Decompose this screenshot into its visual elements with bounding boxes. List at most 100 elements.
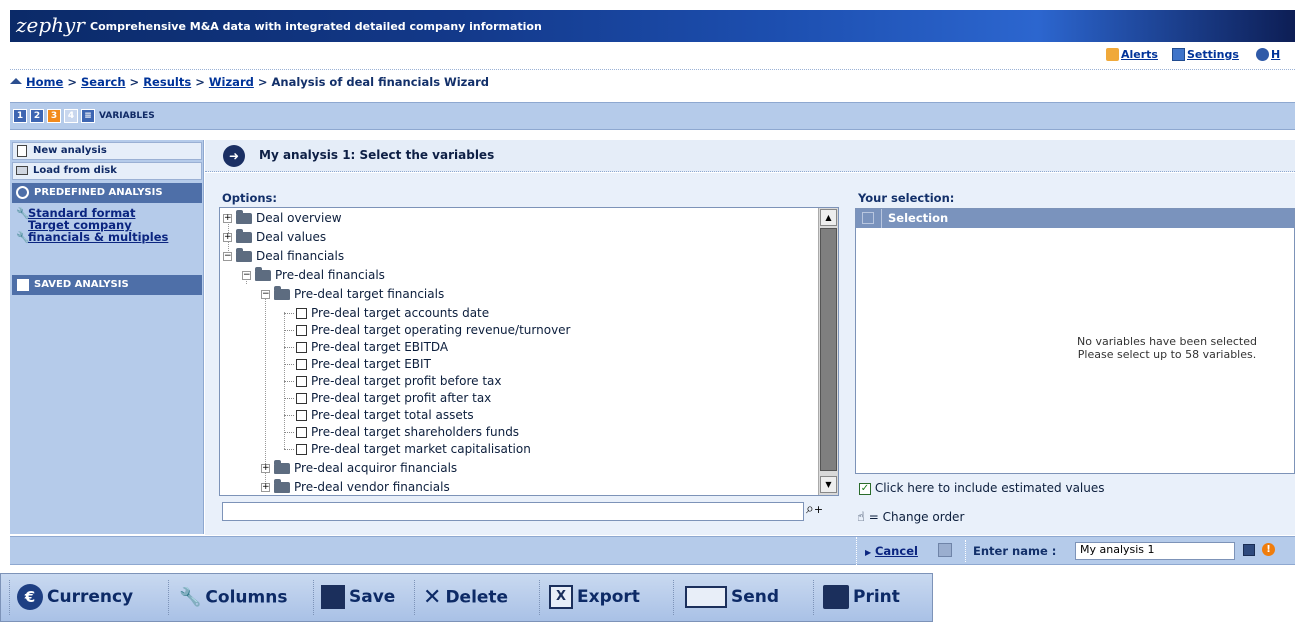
select-all-checkbox[interactable] <box>862 212 874 224</box>
help-label: H <box>1271 48 1281 61</box>
main-header: ➜ My analysis 1: Select the variables <box>205 140 1295 172</box>
tree-leaf-label: Pre-deal target market capitalisation <box>311 442 531 456</box>
selection-header: Selection <box>856 209 1294 228</box>
step-4[interactable]: 4 <box>64 109 78 123</box>
analysis-name-input[interactable]: My analysis 1 <box>1075 542 1235 560</box>
tree-node-label: Pre-deal vendor financials <box>294 480 450 494</box>
hand-icon: ☝ <box>857 510 865 525</box>
predefined-analysis-label: PREDEFINED ANALYSIS <box>34 187 163 198</box>
breadcrumb-wizard[interactable]: Wizard <box>209 75 254 89</box>
tree-leaf-label: Pre-deal target EBIT <box>311 357 431 371</box>
tree-leaf[interactable]: Pre-deal target market capitalisation <box>284 441 531 458</box>
checkbox[interactable] <box>296 427 307 438</box>
left-panel: New analysis Load from disk PREDEFINED A… <box>10 140 204 534</box>
your-selection-label: Your selection: <box>858 191 955 205</box>
main-toolbar: € Currency 🔧 Columns Save ✕ Delete X Export … <box>0 573 933 622</box>
estimated-values-option[interactable]: ✓ Click here to include estimated values <box>859 481 1105 495</box>
breadcrumb-home[interactable]: Home <box>26 75 63 89</box>
breadcrumb: Home > Search > Results > Wizard > Analy… <box>10 75 489 95</box>
settings-link[interactable]: Settings <box>1172 48 1239 61</box>
breadcrumb-separator: > <box>129 75 140 89</box>
collapse-icon[interactable]: − <box>223 252 232 261</box>
save-disabled-icon <box>938 543 952 557</box>
alerts-link[interactable]: Alerts <box>1106 48 1158 61</box>
expand-icon[interactable]: + <box>223 214 232 223</box>
checkbox[interactable] <box>296 376 307 387</box>
tree-node-pre-deal-target[interactable]: − Pre-deal target financials <box>261 286 444 303</box>
settings-icon <box>1172 48 1185 61</box>
tree-leaf[interactable]: Pre-deal target shareholders funds <box>284 424 519 441</box>
checkbox[interactable] <box>296 308 307 319</box>
new-document-icon <box>17 145 27 157</box>
load-from-disk-button[interactable]: Load from disk <box>12 162 202 180</box>
export-button[interactable]: X Export <box>549 574 640 621</box>
checkbox[interactable] <box>296 325 307 336</box>
step-3[interactable]: 3 <box>47 109 61 123</box>
delete-button[interactable]: ✕ Delete <box>423 574 508 621</box>
columns-label: Columns <box>205 587 288 608</box>
tree-node-vendor[interactable]: + Pre-deal vendor financials <box>261 479 450 495</box>
expand-icon[interactable]: + <box>223 233 232 242</box>
folder-open-icon <box>255 267 271 281</box>
expand-icon[interactable]: + <box>261 483 270 492</box>
scroll-down-icon[interactable]: ▼ <box>820 476 837 493</box>
folder-open-icon <box>236 248 252 262</box>
tree-leaf[interactable]: Pre-deal target operating revenue/turnov… <box>284 322 571 339</box>
tree-leaf[interactable]: Pre-deal target total assets <box>284 407 474 424</box>
tree-leaf[interactable]: Pre-deal target accounts date <box>284 305 489 322</box>
checkbox[interactable] <box>296 342 307 353</box>
breadcrumb-results[interactable]: Results <box>143 75 191 89</box>
expand-icon[interactable]: + <box>261 464 270 473</box>
save-button[interactable]: Save <box>321 574 395 621</box>
step-2[interactable]: 2 <box>30 109 44 123</box>
tree-node-acquiror[interactable]: + Pre-deal acquiror financials <box>261 460 457 477</box>
checkbox[interactable] <box>296 393 307 404</box>
empty-selection-message: No variables have been selected Please s… <box>1056 335 1278 361</box>
send-button[interactable]: Send <box>685 574 779 621</box>
help-link[interactable]: H <box>1256 48 1280 61</box>
scroll-thumb[interactable] <box>820 228 837 471</box>
cancel-link[interactable]: Cancel <box>875 544 918 558</box>
change-order-label: = Change order <box>868 510 965 524</box>
collapse-icon[interactable]: − <box>242 271 251 280</box>
step-1[interactable]: 1 <box>13 109 27 123</box>
currency-button[interactable]: € Currency <box>17 574 133 621</box>
columns-button[interactable]: 🔧 Columns <box>179 574 287 621</box>
tree-node-label: Deal financials <box>256 249 345 263</box>
print-button[interactable]: Print <box>823 574 900 621</box>
tree-leaf[interactable]: Pre-deal target EBITDA <box>284 339 448 356</box>
wizard-step-bar: 1 2 3 4 ≡ VARIABLES <box>10 102 1295 130</box>
options-tree[interactable]: + Deal overview + Deal values − Deal financ… <box>219 207 839 496</box>
options-label: Options: <box>222 191 277 205</box>
send-label: Send <box>731 587 780 607</box>
tree-node-deal-overview[interactable]: + Deal overview <box>223 210 342 227</box>
scroll-up-icon[interactable]: ▲ <box>820 209 837 226</box>
export-label: Export <box>577 587 640 607</box>
tree-node-pre-deal-financials[interactable]: − Pre-deal financials <box>242 267 385 284</box>
target-company-link[interactable]: Target company financials & multiples <box>28 219 188 243</box>
checkbox[interactable] <box>296 410 307 421</box>
checkbox[interactable] <box>296 444 307 455</box>
tree-node-label: Pre-deal target financials <box>294 287 445 301</box>
cancel-cell: ▶ Cancel <box>856 537 926 565</box>
checkbox[interactable] <box>296 359 307 370</box>
estimated-values-checkbox[interactable]: ✓ <box>859 482 871 495</box>
variable-search-input[interactable] <box>222 502 804 521</box>
tree-leaf[interactable]: Pre-deal target EBIT <box>284 356 431 373</box>
selection-column-header: Selection <box>888 211 949 225</box>
tree-leaf[interactable]: Pre-deal target profit after tax <box>284 390 491 407</box>
collapse-icon[interactable]: − <box>261 290 270 299</box>
tree-node-deal-values[interactable]: + Deal values <box>223 229 326 246</box>
top-links-bar: Alerts Settings H <box>10 42 1295 70</box>
tree-leaf[interactable]: Pre-deal target profit before tax <box>284 373 502 390</box>
search-add-icon[interactable]: ⌕+ <box>806 501 838 521</box>
tree-node-deal-financials[interactable]: − Deal financials <box>223 248 344 265</box>
breadcrumb-search[interactable]: Search <box>81 75 126 89</box>
new-analysis-button[interactable]: New analysis <box>12 142 202 160</box>
folder-icon <box>274 479 290 493</box>
floppy-icon <box>321 585 345 609</box>
save-icon[interactable] <box>1243 544 1255 556</box>
tree-scrollbar[interactable]: ▲ ▼ <box>818 208 838 495</box>
help-icon <box>1256 48 1269 61</box>
currency-icon: € <box>17 584 43 610</box>
